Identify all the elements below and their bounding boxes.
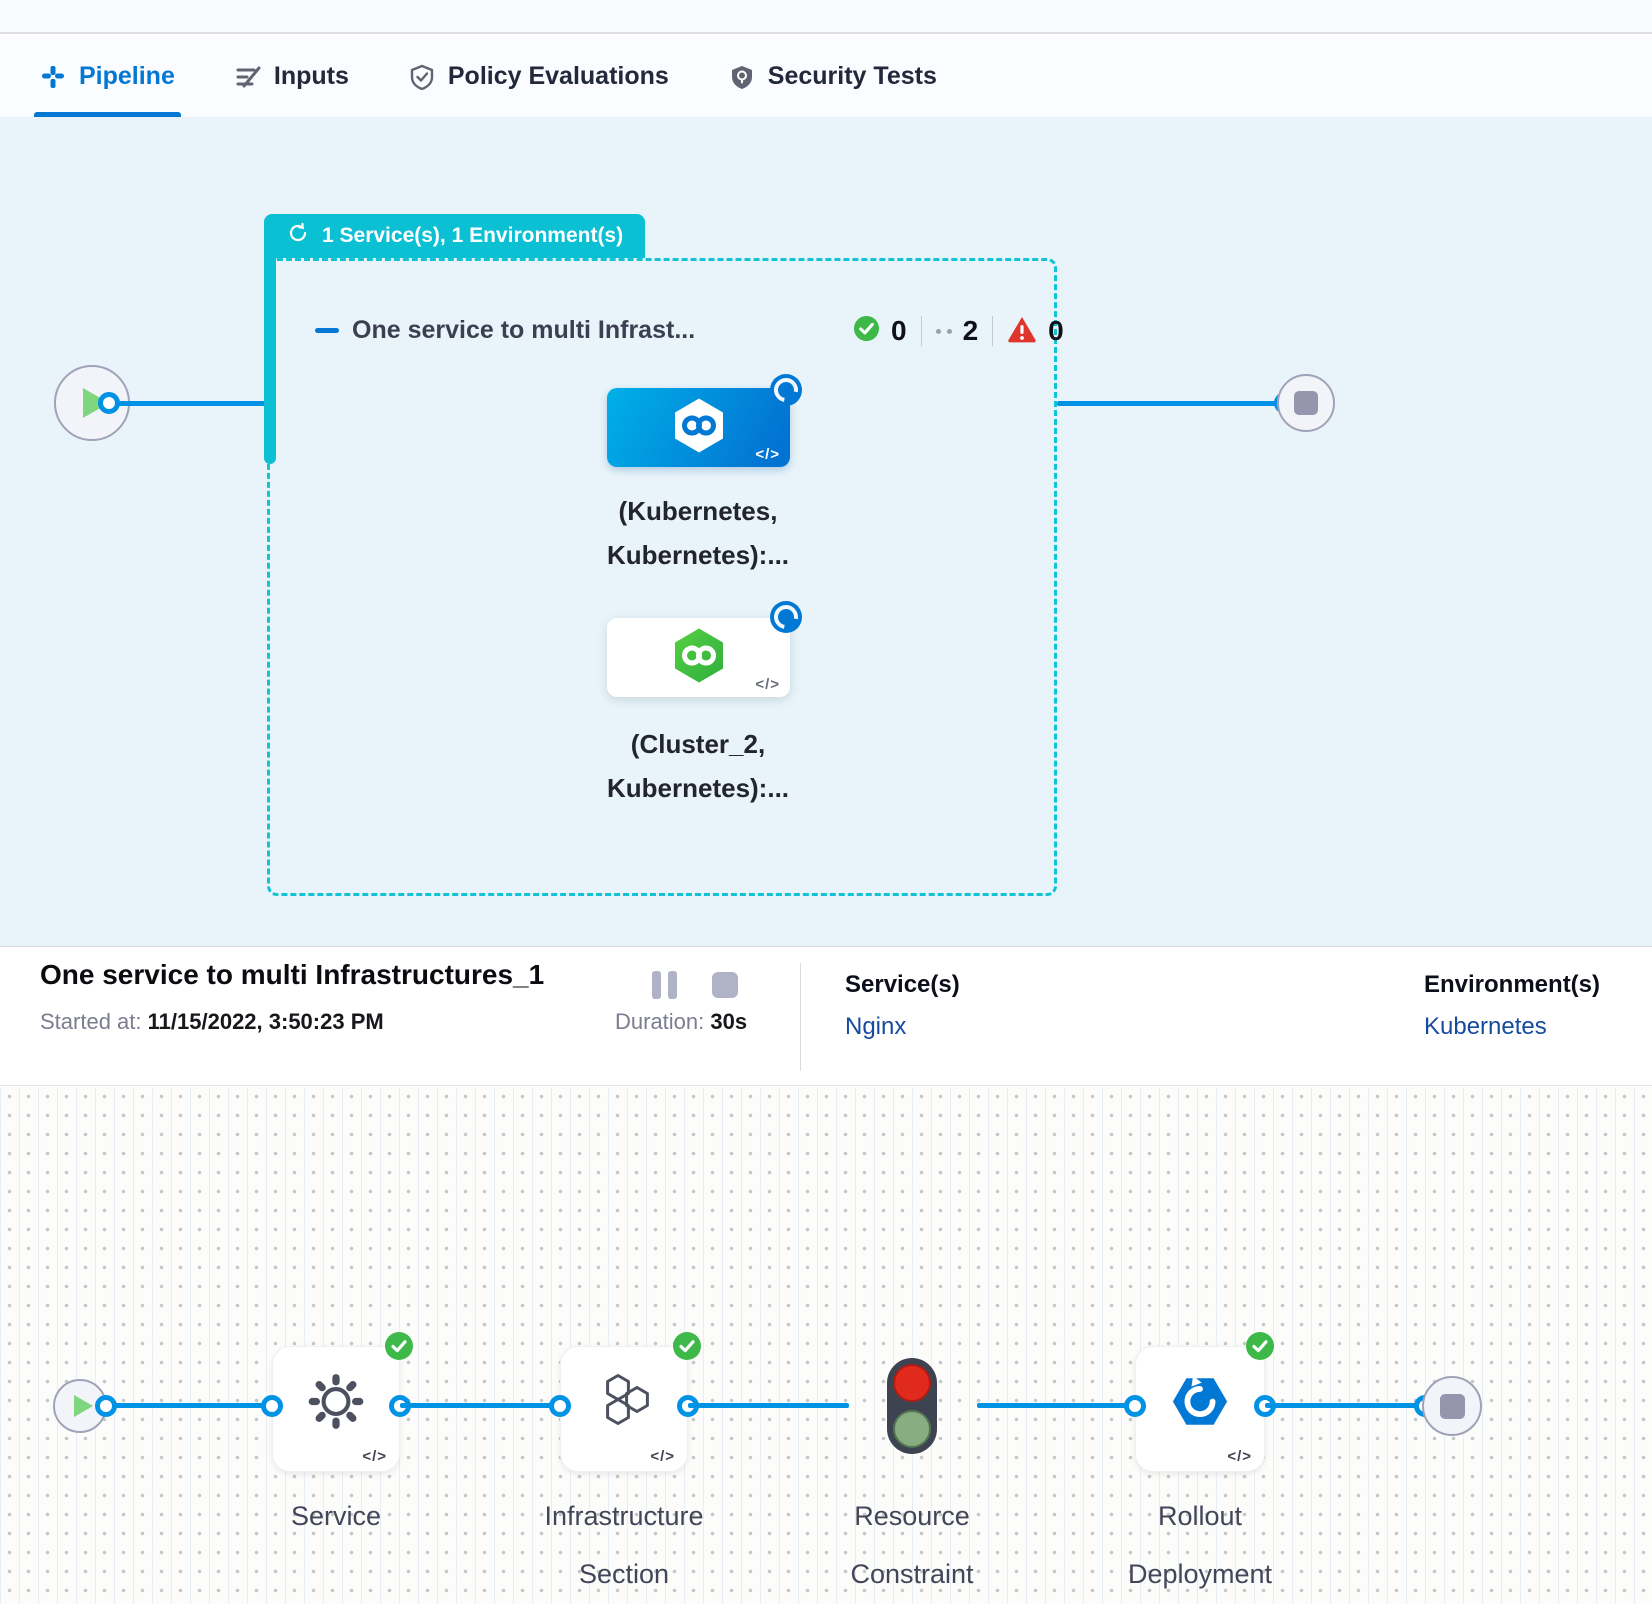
failed-count: 0 (1048, 315, 1064, 347)
connector-dot (95, 1395, 117, 1417)
stage-group-accent-bar (264, 258, 276, 464)
connector-dot (1124, 1395, 1146, 1417)
pipeline-icon (40, 64, 66, 90)
success-check-icon (673, 1332, 701, 1360)
tab-inputs-label: Inputs (274, 62, 349, 91)
connector-dot (261, 1395, 283, 1417)
tab-pipeline[interactable]: Pipeline (40, 36, 175, 117)
services-label: Service(s) (845, 971, 960, 999)
hexagons-icon (592, 1371, 656, 1438)
started-at-value: 11/15/2022, 3:50:23 PM (148, 1009, 384, 1034)
matrix-node-cluster2[interactable]: </> (607, 618, 790, 697)
divider (800, 963, 801, 1071)
rollout-deployment-icon (1169, 1371, 1231, 1438)
running-count-icon (936, 329, 952, 334)
harness-hexagon-icon (673, 626, 725, 689)
environments-block: Environment(s) Kubernetes (1424, 971, 1600, 1041)
started-at-row: Started at: 11/15/2022, 3:50:23 PM (40, 1009, 384, 1035)
pipeline-end-node[interactable] (1277, 374, 1335, 432)
step-infrastructure-section[interactable]: </> (560, 1346, 688, 1472)
services-block: Service(s) Nginx (845, 971, 960, 1041)
edge (977, 1403, 1135, 1408)
step-graph-canvas: </> Service </> Infrastructure (0, 1087, 1652, 1604)
duration-label: Duration: (615, 1009, 704, 1034)
service-link[interactable]: Nginx (845, 1013, 960, 1041)
collapse-stage-button[interactable] (315, 328, 339, 333)
success-count: 0 (891, 315, 907, 347)
tab-security-tests-label: Security Tests (768, 62, 937, 91)
stop-execution-button[interactable] (712, 972, 738, 998)
execution-title: One service to multi Infrastructures_1 (40, 959, 544, 991)
execution-info-bar: One service to multi Infrastructures_1 S… (0, 946, 1652, 1086)
edge-start-to-stage (109, 401, 267, 406)
edge (1265, 1403, 1425, 1408)
step-service[interactable]: </> (272, 1346, 400, 1472)
green-light-icon (893, 1410, 931, 1448)
running-spinner-icon (770, 601, 802, 633)
policy-shield-check-icon (409, 64, 435, 90)
duration-row: Duration: 30s (615, 1009, 747, 1035)
step-service-label: Service (216, 1487, 456, 1545)
failed-count-icon (1007, 315, 1037, 348)
success-check-icon (385, 1332, 413, 1360)
tab-policy-evaluations-label: Policy Evaluations (448, 62, 669, 91)
step-infrastructure-label: Infrastructure Section (504, 1487, 744, 1603)
edge (106, 1403, 272, 1408)
inputs-icon (235, 64, 261, 90)
steps-end-node[interactable] (1422, 1376, 1482, 1436)
harness-hexagon-icon (673, 396, 725, 459)
step-rollout-deployment[interactable]: </> (1135, 1346, 1265, 1472)
connector-dot (549, 1395, 571, 1417)
stop-icon (1294, 391, 1318, 415)
stage-group-badge-label: 1 Service(s), 1 Environment(s) (322, 224, 623, 248)
tab-inputs[interactable]: Inputs (235, 36, 349, 117)
step-resource-constraint[interactable] (887, 1358, 937, 1454)
success-check-icon (1246, 1332, 1274, 1360)
matrix-node-kubernetes[interactable]: </> (607, 388, 790, 467)
tab-security-tests[interactable]: Security Tests (729, 36, 937, 117)
edge (688, 1403, 849, 1408)
yaml-toggle[interactable]: </> (755, 676, 780, 693)
environment-link[interactable]: Kubernetes (1424, 1013, 1600, 1041)
step-rollout-label: Rollout Deployment (1080, 1487, 1320, 1603)
stop-icon (1440, 1394, 1465, 1419)
loop-icon (286, 221, 310, 251)
tab-policy-evaluations[interactable]: Policy Evaluations (409, 36, 669, 117)
tab-bar: Pipeline Inputs Policy Evaluations (0, 36, 1652, 117)
matrix-node-label: (Kubernetes, Kubernetes):... (548, 489, 848, 577)
stage-graph-canvas: 1 Service(s), 1 Environment(s) One servi… (0, 117, 1652, 946)
edge (400, 1403, 560, 1408)
stage-title[interactable]: One service to multi Infrast... (352, 316, 695, 345)
red-light-icon (893, 1364, 931, 1402)
gear-icon (305, 1371, 367, 1438)
connector-dot (98, 392, 120, 414)
success-count-icon (853, 315, 880, 347)
tab-pipeline-label: Pipeline (79, 62, 175, 91)
top-divider-strip (0, 0, 1652, 34)
pause-execution-button[interactable] (652, 971, 677, 999)
edge-stage-to-end (1057, 401, 1285, 406)
stage-status-counts: 0 2 0 (853, 313, 1064, 349)
stage-group-badge[interactable]: 1 Service(s), 1 Environment(s) (264, 214, 645, 258)
yaml-toggle[interactable]: </> (755, 446, 780, 463)
step-resource-constraint-label: Resource Constraint (792, 1487, 1032, 1603)
running-spinner-icon (770, 374, 802, 406)
security-shield-icon (729, 64, 755, 90)
duration-value: 30s (710, 1009, 747, 1034)
running-count: 2 (963, 315, 979, 347)
yaml-toggle[interactable]: </> (1227, 1448, 1252, 1465)
environments-label: Environment(s) (1424, 971, 1600, 999)
started-at-label: Started at: (40, 1009, 142, 1034)
yaml-toggle[interactable]: </> (650, 1448, 675, 1465)
matrix-node-label: (Cluster_2, Kubernetes):... (548, 722, 848, 810)
yaml-toggle[interactable]: </> (362, 1448, 387, 1465)
play-icon (74, 1395, 93, 1417)
